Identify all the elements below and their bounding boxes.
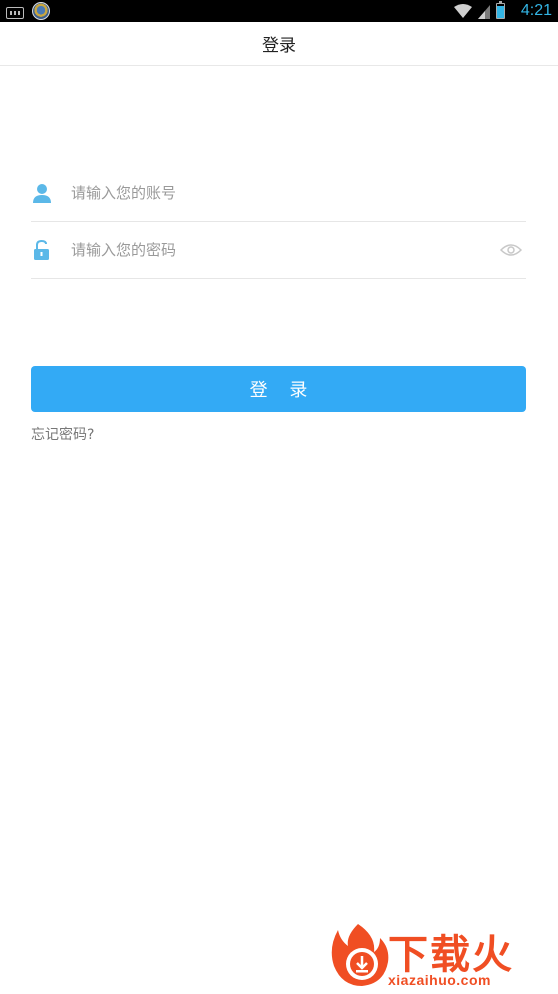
app-badge-icon [32,2,50,20]
unlock-icon [31,239,53,261]
forgot-password-link[interactable]: 忘记密码? [31,424,94,444]
status-bar-left [6,2,50,20]
user-icon [31,182,53,204]
account-field [31,165,526,222]
password-field [31,222,526,279]
eye-icon[interactable] [499,242,523,258]
signal-icon [477,4,490,19]
keyboard-icon [6,6,24,19]
watermark-flame-icon [331,924,389,986]
status-time: 4:21 [520,2,552,19]
watermark-url: xiazaihuo.com [388,972,491,988]
battery-icon [495,1,505,19]
account-input[interactable] [71,178,526,208]
password-input[interactable] [71,235,500,265]
status-bar: 4:21 [0,0,558,22]
login-button[interactable]: 登 录 [31,366,526,412]
watermark: 下载火 xiazaihuo.com [326,920,552,992]
header: 登录 [0,22,558,66]
wifi-icon [453,4,472,18]
status-bar-right: 4:21 [453,0,552,22]
page-title: 登录 [262,36,296,56]
